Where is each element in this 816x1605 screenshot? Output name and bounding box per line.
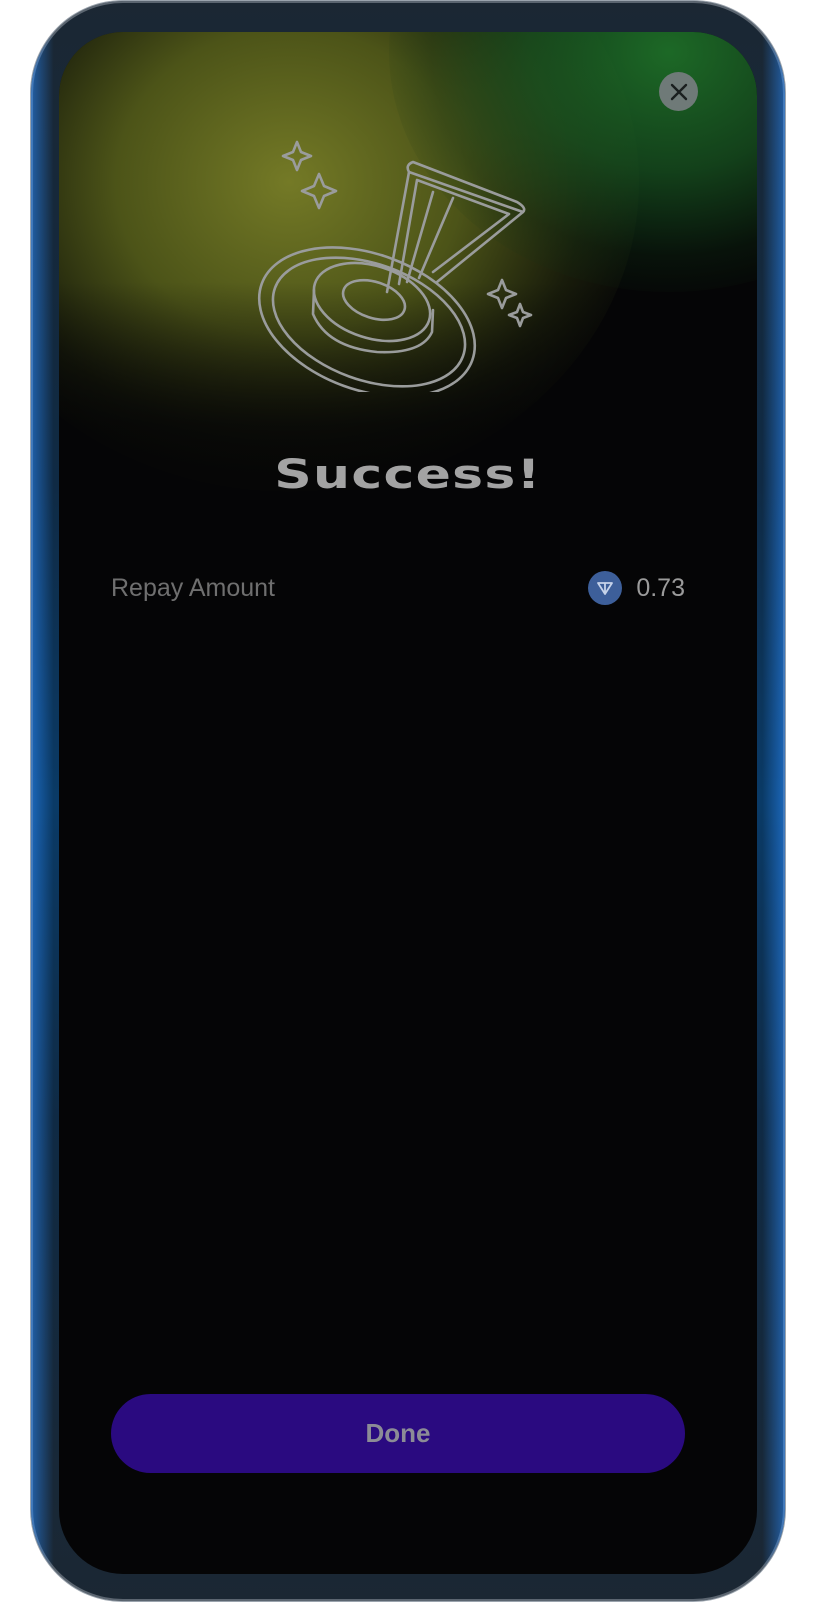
repay-amount-row: Repay Amount 0.73 (111, 568, 685, 608)
repay-amount-value: 0.73 (636, 573, 685, 602)
success-screen: Success! Repay Amount 0.73 Done (59, 32, 757, 1574)
repay-amount-label: Repay Amount (111, 573, 275, 602)
joystick-success-icon (257, 140, 533, 392)
done-button[interactable]: Done (111, 1394, 685, 1473)
sparkle-icon (281, 140, 313, 172)
sparkle-icon (507, 302, 533, 328)
close-button[interactable] (659, 72, 698, 111)
page-title: Success! (274, 452, 542, 498)
sparkle-icon (486, 278, 518, 310)
ton-token-icon (588, 571, 623, 605)
close-icon (670, 83, 687, 100)
sparkle-icon (300, 172, 338, 210)
repay-amount-value-group: 0.73 (588, 571, 685, 605)
